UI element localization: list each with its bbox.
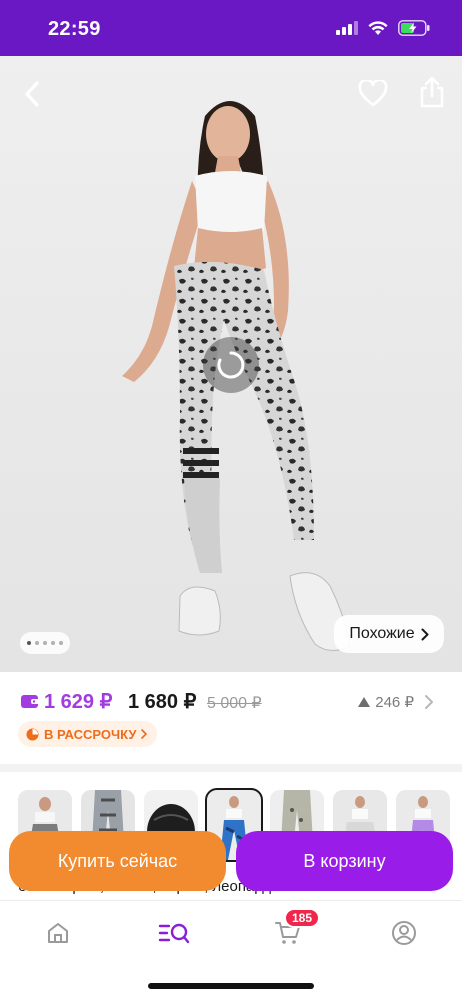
- chevron-right-icon[interactable]: [424, 694, 434, 710]
- tab-profile[interactable]: [384, 917, 424, 949]
- carousel-dot: [35, 641, 39, 645]
- points-value: 246 ₽: [375, 694, 414, 711]
- carousel-dot: [51, 641, 55, 645]
- similar-button[interactable]: Похожие: [334, 615, 444, 653]
- section-divider: [0, 764, 462, 772]
- status-icons: [336, 20, 430, 36]
- heart-icon: [358, 79, 388, 106]
- add-to-cart-button[interactable]: В корзину: [236, 831, 453, 891]
- signal-icon: [336, 21, 358, 35]
- installment-badge[interactable]: В РАССРОЧКУ: [18, 721, 158, 747]
- chevron-right-icon: [141, 729, 148, 739]
- similar-label: Похожие: [349, 625, 415, 642]
- carousel-dot: [59, 641, 63, 645]
- carousel-dot: [27, 641, 31, 645]
- pie-icon: [26, 728, 39, 740]
- price-block: 1 629 ₽ 1 680 ₽ 5 000 ₽ 246 ₽ В РАССРОЧК…: [0, 672, 462, 764]
- tab-catalog-search[interactable]: [154, 917, 194, 949]
- buy-now-button[interactable]: Купить сейчас: [9, 831, 226, 891]
- wallet-icon: [21, 695, 39, 708]
- battery-icon: [398, 20, 430, 36]
- wallet-price: 1 629 ₽: [44, 691, 113, 713]
- favorite-button[interactable]: [354, 74, 392, 112]
- current-price: 1 680 ₽: [128, 691, 197, 713]
- catalog-search-icon: [158, 923, 190, 944]
- wifi-icon: [368, 20, 388, 35]
- carousel-dot: [43, 641, 47, 645]
- points-info[interactable]: 246 ₽: [358, 693, 414, 711]
- share-button[interactable]: [414, 72, 450, 112]
- share-icon: [420, 76, 444, 108]
- tab-home[interactable]: [38, 917, 78, 949]
- old-price: 5 000 ₽: [207, 695, 262, 712]
- carousel-indicator: [20, 632, 70, 654]
- back-icon: [25, 81, 39, 107]
- profile-icon: [392, 921, 416, 945]
- cart-badge: 185: [284, 908, 321, 928]
- back-button[interactable]: [14, 76, 50, 112]
- product-photo[interactable]: Похожие: [0, 56, 462, 672]
- status-time: 22:59: [48, 18, 101, 40]
- home-icon: [48, 923, 68, 943]
- chevron-right-icon: [421, 628, 429, 640]
- installment-label: В РАССРОЧКУ: [44, 726, 137, 742]
- product-image: [122, 101, 351, 651]
- status-bar: 22:59: [0, 0, 462, 56]
- home-indicator[interactable]: [148, 983, 314, 989]
- triangle-up-icon: [358, 697, 371, 707]
